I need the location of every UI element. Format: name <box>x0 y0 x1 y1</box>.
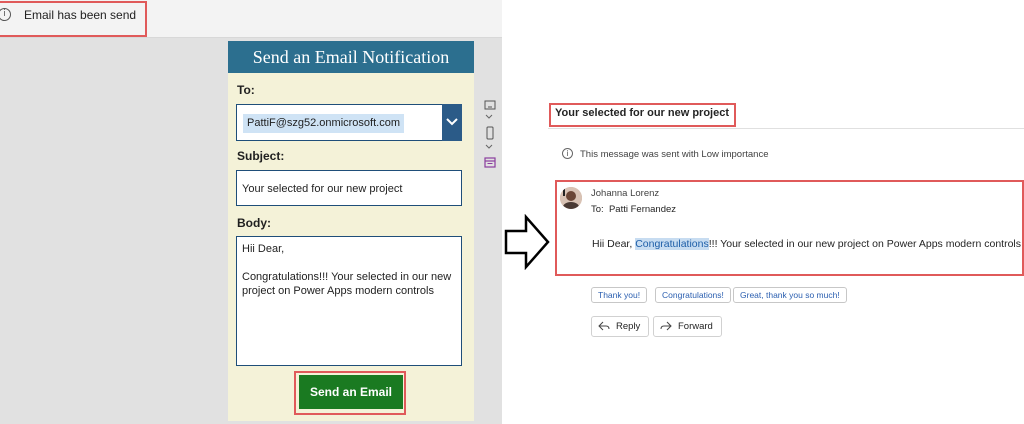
calendar-icon[interactable] <box>484 156 496 168</box>
reply-icon <box>598 322 610 331</box>
notification-highlight <box>0 1 147 37</box>
body-line-2: Congratulations!!! Your selected in our … <box>242 271 452 297</box>
subject-highlight <box>549 103 736 127</box>
suggested-reply-button[interactable]: Thank you! <box>591 287 648 303</box>
send-button-highlight <box>294 371 406 415</box>
combobox-dropdown-button[interactable] <box>442 104 462 141</box>
to-combobox[interactable]: PattiF@szg52.onmicrosoft.com <box>236 104 462 141</box>
chevron-down-icon <box>446 118 458 126</box>
subject-divider <box>548 128 1024 129</box>
subject-label: Subject: <box>237 149 285 163</box>
importance-note: This message was sent with Low importanc… <box>580 149 769 160</box>
forward-icon <box>660 322 672 331</box>
screen-controls-strip <box>474 90 502 180</box>
tablet-layout-icon[interactable] <box>484 100 496 110</box>
suggested-reply-button[interactable]: Great, thank you so much! <box>733 287 847 303</box>
reply-label: Reply <box>616 321 641 332</box>
forward-button[interactable]: Forward <box>653 316 722 337</box>
recipient-chip[interactable]: PattiF@szg52.onmicrosoft.com <box>243 114 404 133</box>
reply-button[interactable]: Reply <box>591 316 650 337</box>
email-message-highlight <box>555 180 1024 276</box>
chevron-down-icon[interactable] <box>484 114 494 120</box>
chevron-down-icon[interactable] <box>484 144 494 150</box>
subject-input[interactable]: Your selected for our new project <box>236 170 462 206</box>
to-label: To: <box>237 83 255 97</box>
phone-layout-icon[interactable] <box>484 126 496 140</box>
body-line-1: Hii Dear, <box>242 243 285 255</box>
info-icon: i <box>562 148 573 159</box>
app-header: Send an Email Notification <box>228 41 474 73</box>
suggested-reply-button[interactable]: Congratulations! <box>655 287 731 303</box>
forward-label: Forward <box>678 321 713 332</box>
arrow-right-icon <box>504 214 550 270</box>
body-textarea[interactable]: Hii Dear, Congratulations!!! Your select… <box>236 236 462 366</box>
email-app-screen: Send an Email Notification To: PattiF@sz… <box>228 41 474 421</box>
body-label: Body: <box>237 216 271 230</box>
